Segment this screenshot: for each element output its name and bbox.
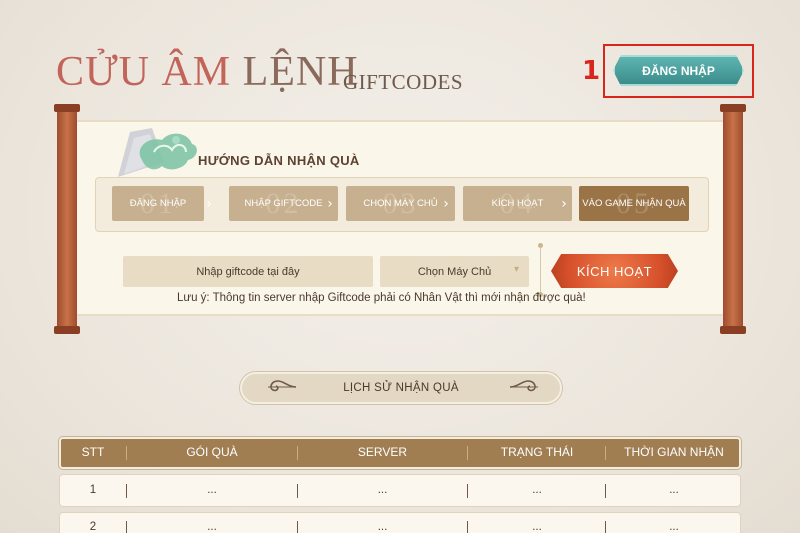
column-header: SERVER [357, 445, 408, 459]
step-login: 01 ĐĂNG NHẬP [112, 186, 204, 221]
table-cell: ... [207, 521, 217, 533]
table-cell: 2 [89, 521, 97, 533]
column-header: TRẠNG THÁI [500, 445, 574, 459]
table-cell: ... [669, 484, 679, 496]
table-cell: ... [377, 484, 388, 496]
table-cell: ... [207, 484, 217, 496]
giftcode-input[interactable]: Nhập giftcode tại đây [123, 256, 373, 287]
scroll-rod-left [54, 104, 80, 334]
cell-divider [605, 484, 606, 498]
title-part2: LỆNH [242, 49, 359, 95]
dropdown-arrow-icon: ▾ [513, 264, 519, 275]
cell-divider [297, 484, 298, 498]
column-divider [467, 446, 468, 460]
step-label: KÍCH HOẠT [491, 198, 544, 209]
step-label: VÀO GAME NHẬN QUÀ [582, 198, 686, 209]
column-header: STT [81, 445, 105, 459]
column-divider [605, 446, 606, 460]
annotation-number: 1 [582, 56, 601, 86]
page-title: CỬU ÂM LỆNH [56, 48, 359, 96]
column-header: GÓI QUÀ [186, 445, 238, 459]
table-cell: ... [532, 484, 542, 496]
table-cell: 1 [89, 484, 97, 496]
note-text: Lưu ý: Thông tin server nhập Giftcode ph… [177, 292, 586, 304]
step-activate: 04 KÍCH HOẠT [463, 186, 572, 221]
cell-divider [126, 521, 127, 533]
column-divider [126, 446, 127, 460]
guide-title: HƯỚNG DẪN NHẬN QUÀ [198, 153, 360, 168]
cell-divider [297, 521, 298, 533]
step-label: ĐĂNG NHẬP [129, 198, 187, 209]
step-choose-server: 03 CHỌN MÁY CHỦ [346, 186, 455, 221]
swirl-ornament-icon [509, 380, 538, 392]
chevron-right-icon: › [327, 196, 333, 212]
step-label: CHỌN MÁY CHỦ [363, 198, 438, 209]
table-cell: ... [669, 521, 679, 533]
swirl-ornament-icon [268, 380, 297, 392]
column-header: THỜI GIAN NHẬN [624, 445, 724, 459]
cell-divider [126, 484, 127, 498]
cell-divider [467, 484, 468, 498]
cell-divider [605, 521, 606, 533]
chevron-right-icon: › [561, 196, 567, 212]
scroll-rod-right [720, 104, 746, 334]
divider [538, 243, 543, 297]
server-select[interactable]: Chọn Máy Chủ ▾ [380, 256, 529, 287]
activate-button[interactable]: KÍCH HOẠT [551, 254, 678, 288]
cell-divider [467, 521, 468, 533]
table-cell: ... [377, 521, 388, 533]
chevron-right-icon: › [443, 196, 449, 212]
table-cell: ... [532, 521, 542, 533]
dragon-emblem-icon [118, 128, 197, 177]
step-label: NHẬP GIFTCODE [244, 198, 323, 209]
step-enter-game: 05 VÀO GAME NHẬN QUÀ [579, 186, 689, 221]
login-button[interactable]: ĐĂNG NHẬP [613, 55, 744, 86]
page-subtitle: GIFTCODES [343, 70, 464, 94]
title-part1: CỬU ÂM [56, 49, 232, 95]
step-enter-giftcode: 02 NHẬP GIFTCODE [229, 186, 338, 221]
history-title: LỊCH SỬ NHẬN QUÀ [343, 382, 459, 394]
column-divider [297, 446, 298, 460]
chevron-right-icon: › [206, 196, 212, 212]
server-select-value: Chọn Máy Chủ [417, 265, 492, 278]
